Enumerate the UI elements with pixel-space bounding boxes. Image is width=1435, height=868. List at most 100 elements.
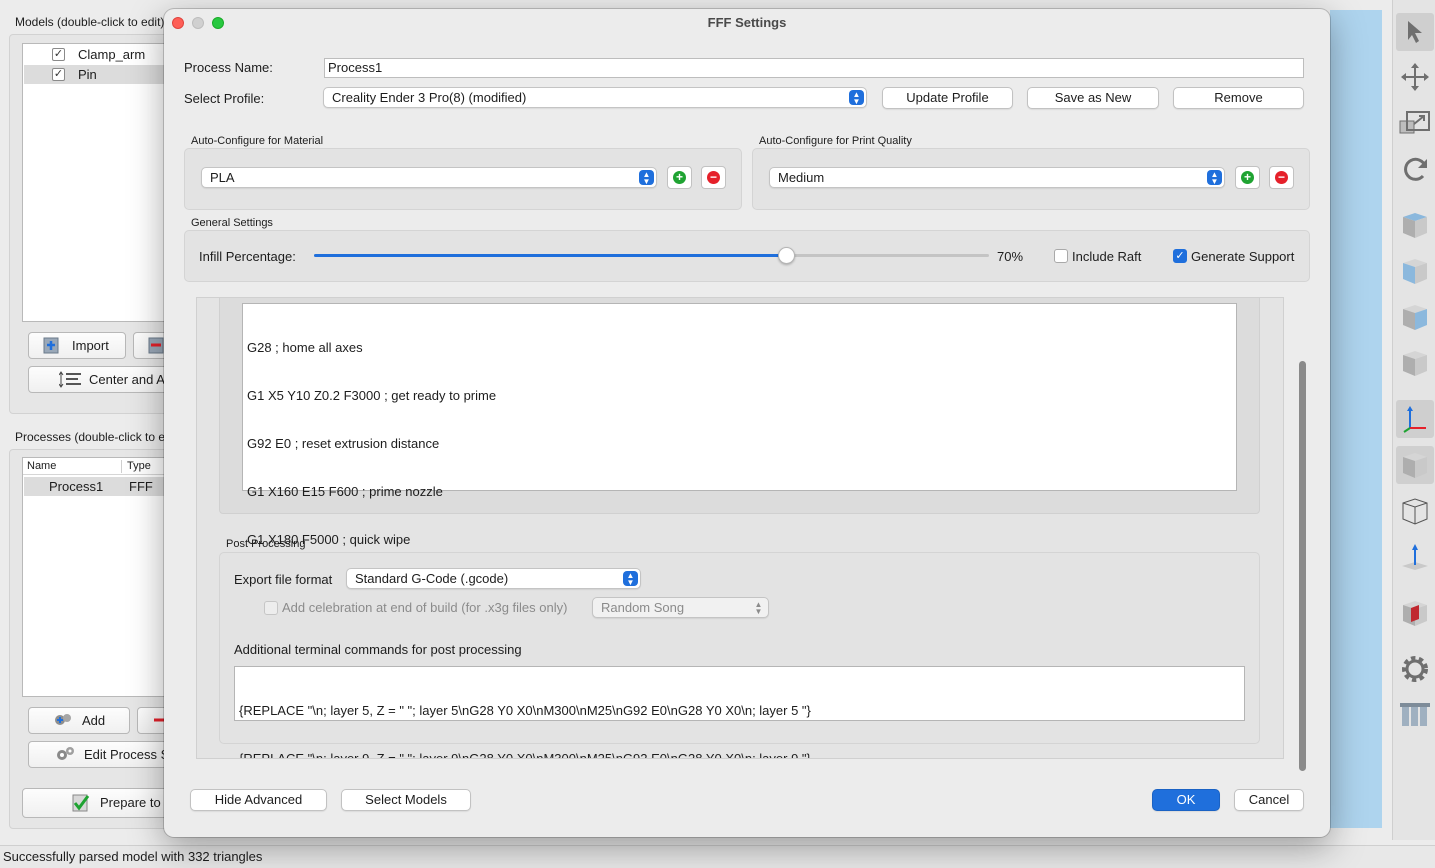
quality-group-title: Auto-Configure for Print Quality [759, 135, 912, 147]
gcode-line: G92 E0 ; reset extrusion distance [247, 436, 440, 451]
process-row[interactable]: Process1 FFF [24, 477, 180, 496]
model-row[interactable]: ✓ Clamp_arm [24, 45, 180, 64]
celebration-song-value: Random Song [601, 600, 685, 615]
remove-icon: − [1275, 171, 1288, 184]
rotate-tool[interactable] [1396, 150, 1434, 188]
celebration-song-select[interactable]: Random Song ▲ ▼ [592, 597, 769, 618]
select-stepper-icon: ▲ ▼ [1207, 170, 1222, 186]
cancel-button[interactable]: Cancel [1234, 789, 1304, 811]
post-processing-commands-editor[interactable]: {REPLACE "\n; layer 5, Z = " "; layer 5\… [234, 666, 1245, 758]
process-name-label: Process Name: [184, 60, 273, 75]
select-tool[interactable] [1396, 13, 1434, 51]
infill-slider-handle[interactable] [777, 247, 795, 264]
advanced-vertical-scrollbar[interactable] [1297, 297, 1309, 773]
generate-support-checkbox[interactable]: ✓ [1173, 249, 1187, 263]
axes-icon [1403, 406, 1426, 433]
update-profile-button[interactable]: Update Profile [882, 87, 1013, 109]
include-raft-checkbox[interactable] [1054, 249, 1068, 263]
select-stepper-icon: ▲ ▼ [754, 600, 763, 616]
celebration-label: Add celebration at end of build (for .x3… [282, 600, 568, 615]
gcode-line: G1 X5 Y10 Z0.2 F3000 ; get ready to prim… [247, 388, 497, 403]
model-row[interactable]: ✓ Pin [24, 65, 180, 84]
quality-select[interactable]: Medium ▲ ▼ [769, 167, 1225, 188]
model-checkbox[interactable]: ✓ [52, 48, 65, 61]
wireframe-cube-icon [1402, 498, 1428, 525]
export-format-select[interactable]: Standard G-Code (.gcode) ▲ ▼ [346, 568, 641, 589]
preferences-button[interactable] [1396, 650, 1434, 688]
import-button[interactable]: Import [28, 332, 126, 359]
general-settings-title: General Settings [191, 217, 273, 229]
additional-commands-label: Additional terminal commands for post pr… [234, 642, 522, 657]
remove-profile-button[interactable]: Remove [1173, 87, 1304, 109]
show-normals-toggle[interactable] [1396, 538, 1434, 576]
normals-icon [1402, 544, 1428, 570]
select-models-button[interactable]: Select Models [341, 789, 471, 811]
starting-script-editor[interactable]: G28 ; home all axes G1 X5 Y10 Z0.2 F3000… [242, 303, 1237, 547]
cross-section-toggle[interactable] [1396, 594, 1434, 632]
import-icon [43, 337, 59, 354]
add-icon: + [673, 171, 686, 184]
view-iso-top[interactable] [1396, 206, 1434, 244]
prepare-check-icon [72, 794, 90, 812]
arrange-icon [59, 371, 81, 388]
select-stepper-icon: ▲ ▼ [623, 571, 638, 587]
model-checkbox[interactable]: ✓ [52, 68, 65, 81]
prepare-to-print-button[interactable]: Prepare to [22, 788, 173, 818]
column-type-header[interactable]: Type [127, 458, 151, 475]
show-axes-toggle[interactable] [1396, 400, 1434, 438]
advanced-settings-scroll-area[interactable]: G28 ; home all axes G1 X5 Y10 Z0.2 F3000… [196, 297, 1284, 759]
process-name: Process1 [49, 479, 104, 494]
infill-slider-fill [314, 254, 787, 257]
select-profile-label: Select Profile: [184, 91, 265, 106]
add-icon: + [1241, 171, 1254, 184]
move-tool[interactable] [1396, 58, 1434, 96]
add-process-button[interactable]: Add [28, 707, 130, 734]
center-and-arrange-button[interactable]: Center and A [28, 366, 173, 393]
minimize-window-button[interactable] [192, 17, 204, 29]
column-name-header[interactable]: Name [27, 458, 56, 475]
include-raft-label[interactable]: Include Raft [1072, 249, 1141, 264]
edit-process-settings-button[interactable]: Edit Process S [28, 741, 173, 768]
scrollbar-thumb[interactable] [1299, 361, 1306, 771]
celebration-checkbox[interactable] [264, 601, 278, 615]
model-name: Clamp_arm [78, 47, 146, 62]
models-section-label: Models (double-click to edit) [15, 15, 165, 29]
add-quality-button[interactable]: + [1235, 166, 1260, 189]
hide-advanced-button[interactable]: Hide Advanced [190, 789, 327, 811]
processes-list[interactable]: Name Type Process1 FFF [22, 457, 182, 697]
save-as-new-button[interactable]: Save as New [1027, 87, 1159, 109]
add-material-button[interactable]: + [667, 166, 692, 189]
ok-button[interactable]: OK [1152, 789, 1220, 811]
fff-settings-dialog: FFF Settings Process Name: Process1 Sele… [164, 9, 1330, 837]
remove-quality-button[interactable]: − [1269, 166, 1294, 189]
view-toolbar [1392, 0, 1435, 840]
move-arrows-icon [1401, 63, 1429, 91]
scale-tool[interactable] [1396, 104, 1434, 142]
view-left[interactable] [1396, 298, 1434, 336]
process-name-input[interactable]: Process1 [324, 58, 1304, 78]
solid-view-toggle[interactable] [1396, 446, 1434, 484]
profile-select[interactable]: Creality Ender 3 Pro(8) (modified) ▲ ▼ [323, 87, 867, 108]
filament-rolls-icon [1400, 703, 1430, 726]
remove-material-button[interactable]: − [701, 166, 726, 189]
zoom-window-button[interactable] [212, 17, 224, 29]
wireframe-view-toggle[interactable] [1396, 492, 1434, 530]
material-select[interactable]: PLA ▲ ▼ [201, 167, 657, 188]
cube-blue-top-icon [1403, 213, 1427, 238]
3d-viewport[interactable] [1330, 10, 1382, 828]
select-stepper-icon: ▲ ▼ [849, 90, 864, 106]
generate-support-label[interactable]: Generate Support [1191, 249, 1294, 264]
profile-select-value: Creality Ender 3 Pro(8) (modified) [332, 90, 527, 105]
command-line: {REPLACE "\n; layer 5, Z = " "; layer 5\… [239, 703, 811, 718]
gcode-line: G1 X160 E15 F600 ; prime nozzle [247, 484, 443, 499]
machine-manager-button[interactable] [1396, 696, 1434, 734]
close-window-button[interactable] [172, 17, 184, 29]
dialog-title[interactable]: FFF Settings [164, 9, 1330, 37]
export-format-label: Export file format [234, 572, 333, 587]
view-front[interactable] [1396, 252, 1434, 290]
view-right[interactable] [1396, 344, 1434, 382]
gears-icon [57, 747, 74, 760]
infill-percentage-value: 70% [997, 249, 1024, 264]
cube-left-icon [1403, 305, 1427, 330]
models-list[interactable]: ✓ Clamp_arm ✓ Pin [22, 43, 182, 322]
